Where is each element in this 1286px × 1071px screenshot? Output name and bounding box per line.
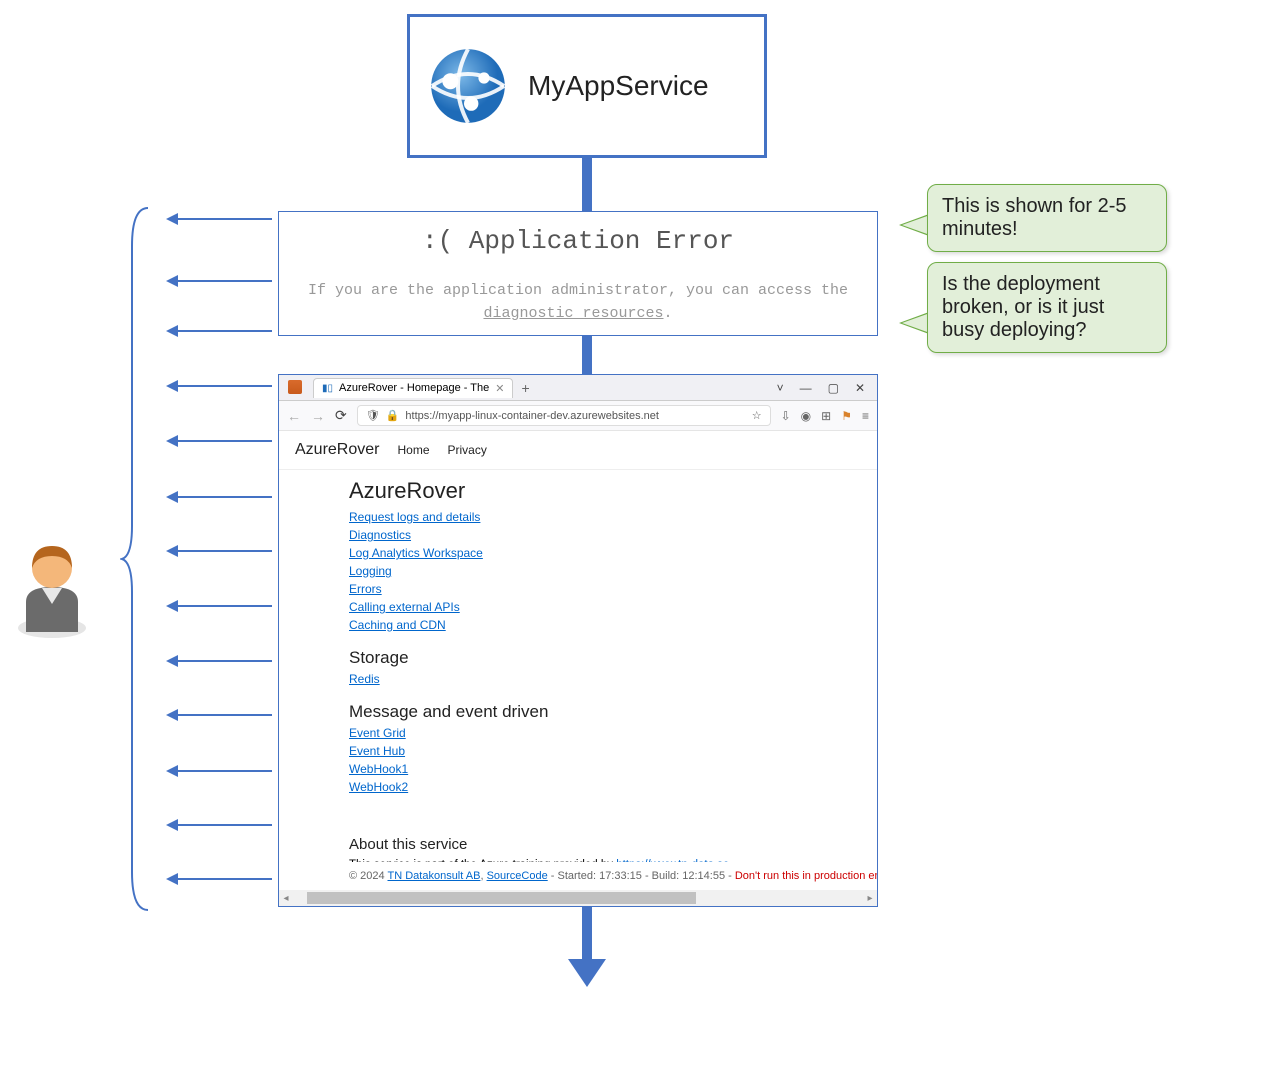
callout-shown-duration: This is shown for 2-5 minutes! bbox=[927, 184, 1167, 252]
footer-source-link[interactable]: SourceCode bbox=[487, 870, 548, 882]
footer-company-link[interactable]: TN Datakonsult AB bbox=[388, 870, 481, 882]
lock-icon: 🔒 bbox=[386, 409, 400, 422]
flow-arrow-segment-3 bbox=[582, 907, 592, 959]
main-link-list: Request logs and detailsDiagnosticsLog A… bbox=[349, 508, 807, 634]
menu-icon[interactable]: ≡ bbox=[862, 409, 869, 423]
extensions-icon[interactable]: ⊞ bbox=[821, 409, 831, 423]
page-footer: © 2024 TN Datakonsult AB, SourceCode - S… bbox=[279, 862, 877, 890]
about-heading: About this service bbox=[349, 836, 807, 853]
about-link[interactable]: https://www.tn-data.se bbox=[616, 859, 729, 862]
nav-home-link[interactable]: Home bbox=[397, 443, 429, 457]
window-maximize-icon[interactable]: ▢ bbox=[828, 381, 839, 395]
flow-arrow-head bbox=[568, 959, 606, 987]
request-arrow bbox=[176, 605, 272, 607]
error-title: :( Application Error bbox=[279, 226, 877, 256]
page-link[interactable]: Caching and CDN bbox=[349, 616, 807, 634]
browser-window: ▮▯ AzureRover - Homepage - The ✕ + ˅ — ▢… bbox=[278, 374, 878, 907]
shield-icon: 🛡 bbox=[366, 409, 380, 422]
nav-forward-icon[interactable]: → bbox=[311, 408, 325, 424]
request-arrow bbox=[176, 770, 272, 772]
horizontal-scrollbar[interactable]: ◂ ▸ bbox=[279, 890, 877, 906]
url-text: https://myapp-linux-container-dev.azurew… bbox=[405, 410, 659, 422]
browser-titlebar: ▮▯ AzureRover - Homepage - The ✕ + ˅ — ▢… bbox=[279, 375, 877, 401]
browser-address-bar: ← → ⟳ 🛡 🔒 https://myapp-linux-container-… bbox=[279, 401, 877, 431]
site-navbar: AzureRover Home Privacy bbox=[279, 431, 877, 470]
request-arrow bbox=[176, 660, 272, 662]
tab-close-icon[interactable]: ✕ bbox=[495, 382, 504, 395]
page-link[interactable]: Logging bbox=[349, 562, 807, 580]
page-heading: AzureRover bbox=[349, 478, 807, 504]
request-arrow bbox=[176, 714, 272, 716]
page-link[interactable]: Request logs and details bbox=[349, 508, 807, 526]
storage-heading: Storage bbox=[349, 648, 807, 668]
scroll-left-icon[interactable]: ◂ bbox=[279, 893, 293, 904]
page-link[interactable]: Log Analytics Workspace bbox=[349, 544, 807, 562]
download-icon[interactable]: ⇩ bbox=[781, 409, 791, 423]
account-icon[interactable]: ◉ bbox=[801, 409, 811, 423]
window-chevron-icon[interactable]: ˅ bbox=[777, 381, 784, 395]
request-arrow bbox=[176, 440, 272, 442]
window-close-icon[interactable]: ✕ bbox=[855, 381, 865, 395]
request-arrow bbox=[176, 330, 272, 332]
url-input[interactable]: 🛡 🔒 https://myapp-linux-container-dev.az… bbox=[357, 405, 771, 426]
callout-2-tail-fill bbox=[902, 313, 930, 333]
application-error-panel: :( Application Error If you are the appl… bbox=[278, 211, 878, 336]
browser-tab[interactable]: ▮▯ AzureRover - Homepage - The ✕ bbox=[313, 378, 513, 398]
page-body: AzureRover Request logs and detailsDiagn… bbox=[279, 470, 877, 862]
request-arrow bbox=[176, 385, 272, 387]
window-minimize-icon[interactable]: — bbox=[800, 381, 812, 395]
error-subtitle: If you are the application administrator… bbox=[279, 280, 877, 325]
nav-back-icon[interactable]: ← bbox=[287, 408, 301, 424]
page-link[interactable]: Diagnostics bbox=[349, 526, 807, 544]
callout-deployment-question: Is the deployment broken, or is it just … bbox=[927, 262, 1167, 353]
storage-link-list: Redis bbox=[349, 670, 807, 688]
appservice-box: MyAppService bbox=[407, 14, 767, 158]
page-link[interactable]: Redis bbox=[349, 670, 807, 688]
diagnostic-resources-link[interactable]: diagnostic resources bbox=[483, 305, 663, 322]
site-brand[interactable]: AzureRover bbox=[295, 441, 379, 459]
scroll-right-icon[interactable]: ▸ bbox=[863, 893, 877, 904]
request-arrow bbox=[176, 878, 272, 880]
flow-arrow-segment-1 bbox=[582, 158, 592, 211]
message-heading: Message and event driven bbox=[349, 702, 807, 722]
azure-appservice-icon bbox=[428, 46, 508, 126]
star-icon[interactable]: ☆ bbox=[752, 409, 762, 422]
flow-arrow-segment-2 bbox=[582, 336, 592, 374]
page-link[interactable]: Errors bbox=[349, 580, 807, 598]
nav-reload-icon[interactable]: ⟳ bbox=[335, 407, 347, 424]
nav-privacy-link[interactable]: Privacy bbox=[448, 443, 487, 457]
curly-brace bbox=[120, 206, 150, 912]
page-link[interactable]: WebHook2 bbox=[349, 778, 807, 796]
new-tab-button[interactable]: + bbox=[521, 380, 529, 396]
request-arrow bbox=[176, 280, 272, 282]
scrollbar-thumb[interactable] bbox=[307, 892, 696, 904]
page-link[interactable]: Event Hub bbox=[349, 742, 807, 760]
footer-warning: Don't run this in production environme bbox=[735, 870, 877, 882]
request-arrow bbox=[176, 824, 272, 826]
recent-docs-icon[interactable] bbox=[288, 380, 302, 394]
request-arrow bbox=[176, 550, 272, 552]
puzzle-icon[interactable]: ⚑ bbox=[841, 409, 852, 423]
request-arrow bbox=[176, 218, 272, 220]
about-text: This service is part of the Azure traini… bbox=[349, 859, 807, 862]
request-arrow bbox=[176, 496, 272, 498]
page-link[interactable]: Event Grid bbox=[349, 724, 807, 742]
callout-1-tail-fill bbox=[902, 215, 930, 235]
tab-title: AzureRover - Homepage - The bbox=[339, 382, 489, 394]
appservice-label: MyAppService bbox=[528, 70, 709, 102]
page-link[interactable]: Calling external APIs bbox=[349, 598, 807, 616]
tab-favicon: ▮▯ bbox=[322, 383, 333, 394]
message-link-list: Event GridEvent HubWebHook1WebHook2 bbox=[349, 724, 807, 796]
user-icon bbox=[8, 532, 96, 642]
page-link[interactable]: WebHook1 bbox=[349, 760, 807, 778]
